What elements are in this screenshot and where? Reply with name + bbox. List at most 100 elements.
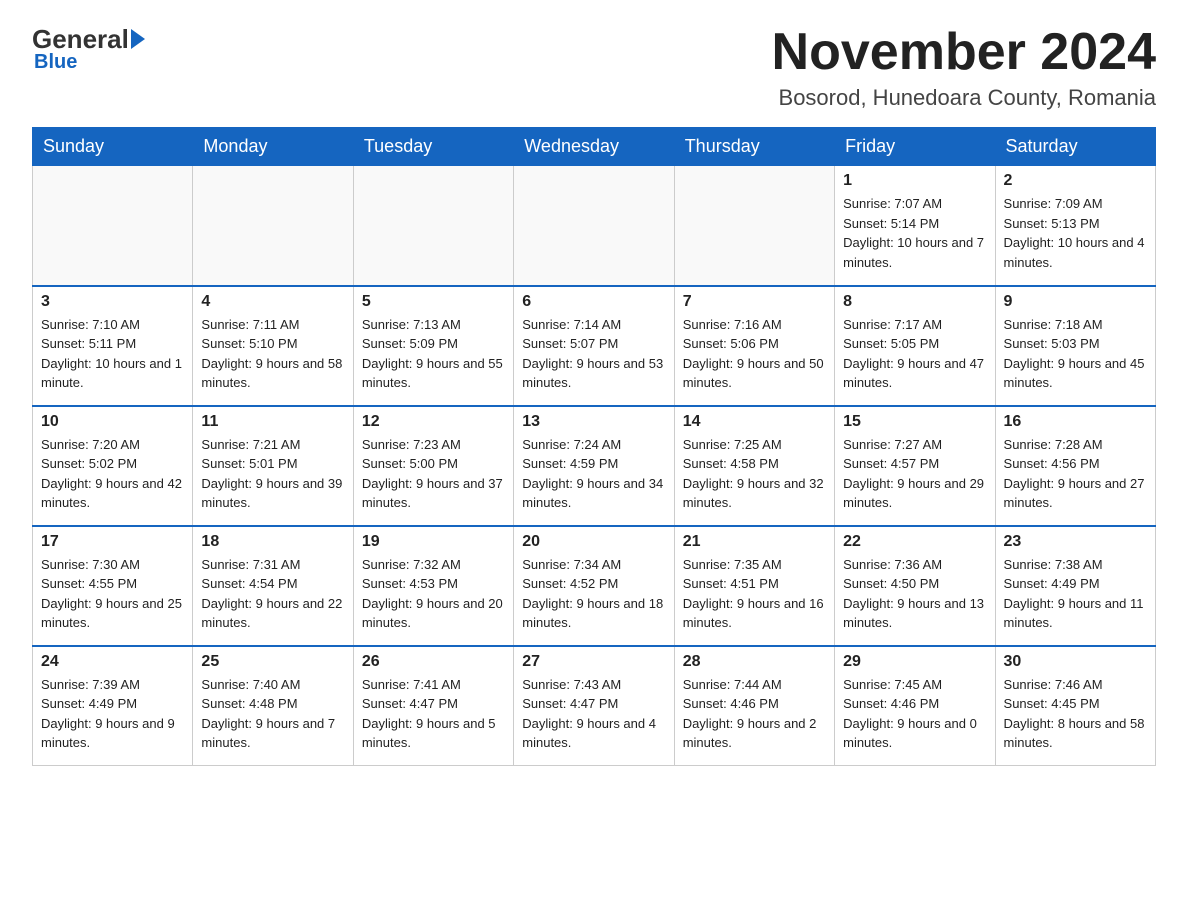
table-row: 22 Sunrise: 7:36 AMSunset: 4:50 PMDaylig… <box>835 526 995 646</box>
table-row: 12 Sunrise: 7:23 AMSunset: 5:00 PMDaylig… <box>353 406 513 526</box>
day-number: 24 <box>41 653 184 671</box>
col-thursday: Thursday <box>674 128 834 166</box>
table-row: 11 Sunrise: 7:21 AMSunset: 5:01 PMDaylig… <box>193 406 353 526</box>
day-number: 17 <box>41 533 184 551</box>
day-number: 1 <box>843 172 986 190</box>
day-number: 22 <box>843 533 986 551</box>
day-number: 10 <box>41 413 184 431</box>
day-number: 4 <box>201 293 344 311</box>
day-info: Sunrise: 7:11 AMSunset: 5:10 PMDaylight:… <box>201 317 342 391</box>
day-info: Sunrise: 7:21 AMSunset: 5:01 PMDaylight:… <box>201 437 342 511</box>
day-number: 14 <box>683 413 826 431</box>
day-info: Sunrise: 7:35 AMSunset: 4:51 PMDaylight:… <box>683 557 824 631</box>
day-number: 6 <box>522 293 665 311</box>
col-saturday: Saturday <box>995 128 1155 166</box>
day-number: 18 <box>201 533 344 551</box>
table-row: 23 Sunrise: 7:38 AMSunset: 4:49 PMDaylig… <box>995 526 1155 646</box>
day-info: Sunrise: 7:43 AMSunset: 4:47 PMDaylight:… <box>522 677 656 751</box>
table-row: 21 Sunrise: 7:35 AMSunset: 4:51 PMDaylig… <box>674 526 834 646</box>
day-info: Sunrise: 7:38 AMSunset: 4:49 PMDaylight:… <box>1004 557 1144 631</box>
day-number: 20 <box>522 533 665 551</box>
col-sunday: Sunday <box>33 128 193 166</box>
day-number: 19 <box>362 533 505 551</box>
table-row: 13 Sunrise: 7:24 AMSunset: 4:59 PMDaylig… <box>514 406 674 526</box>
logo-arrow-icon <box>131 29 145 49</box>
table-row <box>33 166 193 286</box>
table-row: 15 Sunrise: 7:27 AMSunset: 4:57 PMDaylig… <box>835 406 995 526</box>
day-number: 26 <box>362 653 505 671</box>
day-info: Sunrise: 7:45 AMSunset: 4:46 PMDaylight:… <box>843 677 977 751</box>
page-header: General Blue November 2024 Bosorod, Hune… <box>32 24 1156 111</box>
day-info: Sunrise: 7:28 AMSunset: 4:56 PMDaylight:… <box>1004 437 1145 511</box>
table-row: 8 Sunrise: 7:17 AMSunset: 5:05 PMDayligh… <box>835 286 995 406</box>
table-row <box>193 166 353 286</box>
day-info: Sunrise: 7:31 AMSunset: 4:54 PMDaylight:… <box>201 557 342 631</box>
table-row: 20 Sunrise: 7:34 AMSunset: 4:52 PMDaylig… <box>514 526 674 646</box>
day-number: 12 <box>362 413 505 431</box>
table-row: 25 Sunrise: 7:40 AMSunset: 4:48 PMDaylig… <box>193 646 353 766</box>
col-monday: Monday <box>193 128 353 166</box>
day-info: Sunrise: 7:23 AMSunset: 5:00 PMDaylight:… <box>362 437 503 511</box>
day-number: 21 <box>683 533 826 551</box>
day-number: 30 <box>1004 653 1147 671</box>
table-row: 3 Sunrise: 7:10 AMSunset: 5:11 PMDayligh… <box>33 286 193 406</box>
table-row: 26 Sunrise: 7:41 AMSunset: 4:47 PMDaylig… <box>353 646 513 766</box>
day-number: 5 <box>362 293 505 311</box>
day-info: Sunrise: 7:32 AMSunset: 4:53 PMDaylight:… <box>362 557 503 631</box>
table-row: 16 Sunrise: 7:28 AMSunset: 4:56 PMDaylig… <box>995 406 1155 526</box>
col-tuesday: Tuesday <box>353 128 513 166</box>
table-row: 30 Sunrise: 7:46 AMSunset: 4:45 PMDaylig… <box>995 646 1155 766</box>
day-info: Sunrise: 7:16 AMSunset: 5:06 PMDaylight:… <box>683 317 824 391</box>
day-number: 15 <box>843 413 986 431</box>
month-year-title: November 2024 <box>772 24 1156 81</box>
table-row: 17 Sunrise: 7:30 AMSunset: 4:55 PMDaylig… <box>33 526 193 646</box>
table-row <box>353 166 513 286</box>
logo: General Blue <box>32 24 145 74</box>
day-info: Sunrise: 7:36 AMSunset: 4:50 PMDaylight:… <box>843 557 984 631</box>
table-row: 5 Sunrise: 7:13 AMSunset: 5:09 PMDayligh… <box>353 286 513 406</box>
day-info: Sunrise: 7:09 AMSunset: 5:13 PMDaylight:… <box>1004 196 1145 270</box>
day-number: 8 <box>843 293 986 311</box>
day-info: Sunrise: 7:34 AMSunset: 4:52 PMDaylight:… <box>522 557 663 631</box>
calendar-header-row: Sunday Monday Tuesday Wednesday Thursday… <box>33 128 1156 166</box>
table-row: 9 Sunrise: 7:18 AMSunset: 5:03 PMDayligh… <box>995 286 1155 406</box>
day-number: 3 <box>41 293 184 311</box>
day-info: Sunrise: 7:44 AMSunset: 4:46 PMDaylight:… <box>683 677 817 751</box>
table-row <box>674 166 834 286</box>
week-row-4: 17 Sunrise: 7:30 AMSunset: 4:55 PMDaylig… <box>33 526 1156 646</box>
day-info: Sunrise: 7:10 AMSunset: 5:11 PMDaylight:… <box>41 317 182 391</box>
day-number: 9 <box>1004 293 1147 311</box>
day-info: Sunrise: 7:07 AMSunset: 5:14 PMDaylight:… <box>843 196 984 270</box>
col-wednesday: Wednesday <box>514 128 674 166</box>
col-friday: Friday <box>835 128 995 166</box>
day-info: Sunrise: 7:14 AMSunset: 5:07 PMDaylight:… <box>522 317 663 391</box>
calendar-table: Sunday Monday Tuesday Wednesday Thursday… <box>32 127 1156 766</box>
table-row: 29 Sunrise: 7:45 AMSunset: 4:46 PMDaylig… <box>835 646 995 766</box>
day-info: Sunrise: 7:25 AMSunset: 4:58 PMDaylight:… <box>683 437 824 511</box>
week-row-2: 3 Sunrise: 7:10 AMSunset: 5:11 PMDayligh… <box>33 286 1156 406</box>
day-number: 16 <box>1004 413 1147 431</box>
day-number: 13 <box>522 413 665 431</box>
day-number: 29 <box>843 653 986 671</box>
day-info: Sunrise: 7:20 AMSunset: 5:02 PMDaylight:… <box>41 437 182 511</box>
table-row <box>514 166 674 286</box>
day-info: Sunrise: 7:39 AMSunset: 4:49 PMDaylight:… <box>41 677 175 751</box>
day-info: Sunrise: 7:40 AMSunset: 4:48 PMDaylight:… <box>201 677 335 751</box>
table-row: 19 Sunrise: 7:32 AMSunset: 4:53 PMDaylig… <box>353 526 513 646</box>
table-row: 1 Sunrise: 7:07 AMSunset: 5:14 PMDayligh… <box>835 166 995 286</box>
day-number: 7 <box>683 293 826 311</box>
location-subtitle: Bosorod, Hunedoara County, Romania <box>772 85 1156 111</box>
day-number: 11 <box>201 413 344 431</box>
title-area: November 2024 Bosorod, Hunedoara County,… <box>772 24 1156 111</box>
day-info: Sunrise: 7:27 AMSunset: 4:57 PMDaylight:… <box>843 437 984 511</box>
table-row: 18 Sunrise: 7:31 AMSunset: 4:54 PMDaylig… <box>193 526 353 646</box>
day-number: 28 <box>683 653 826 671</box>
table-row: 7 Sunrise: 7:16 AMSunset: 5:06 PMDayligh… <box>674 286 834 406</box>
day-info: Sunrise: 7:18 AMSunset: 5:03 PMDaylight:… <box>1004 317 1145 391</box>
week-row-3: 10 Sunrise: 7:20 AMSunset: 5:02 PMDaylig… <box>33 406 1156 526</box>
table-row: 28 Sunrise: 7:44 AMSunset: 4:46 PMDaylig… <box>674 646 834 766</box>
week-row-1: 1 Sunrise: 7:07 AMSunset: 5:14 PMDayligh… <box>33 166 1156 286</box>
day-info: Sunrise: 7:13 AMSunset: 5:09 PMDaylight:… <box>362 317 503 391</box>
day-number: 23 <box>1004 533 1147 551</box>
day-info: Sunrise: 7:46 AMSunset: 4:45 PMDaylight:… <box>1004 677 1145 751</box>
